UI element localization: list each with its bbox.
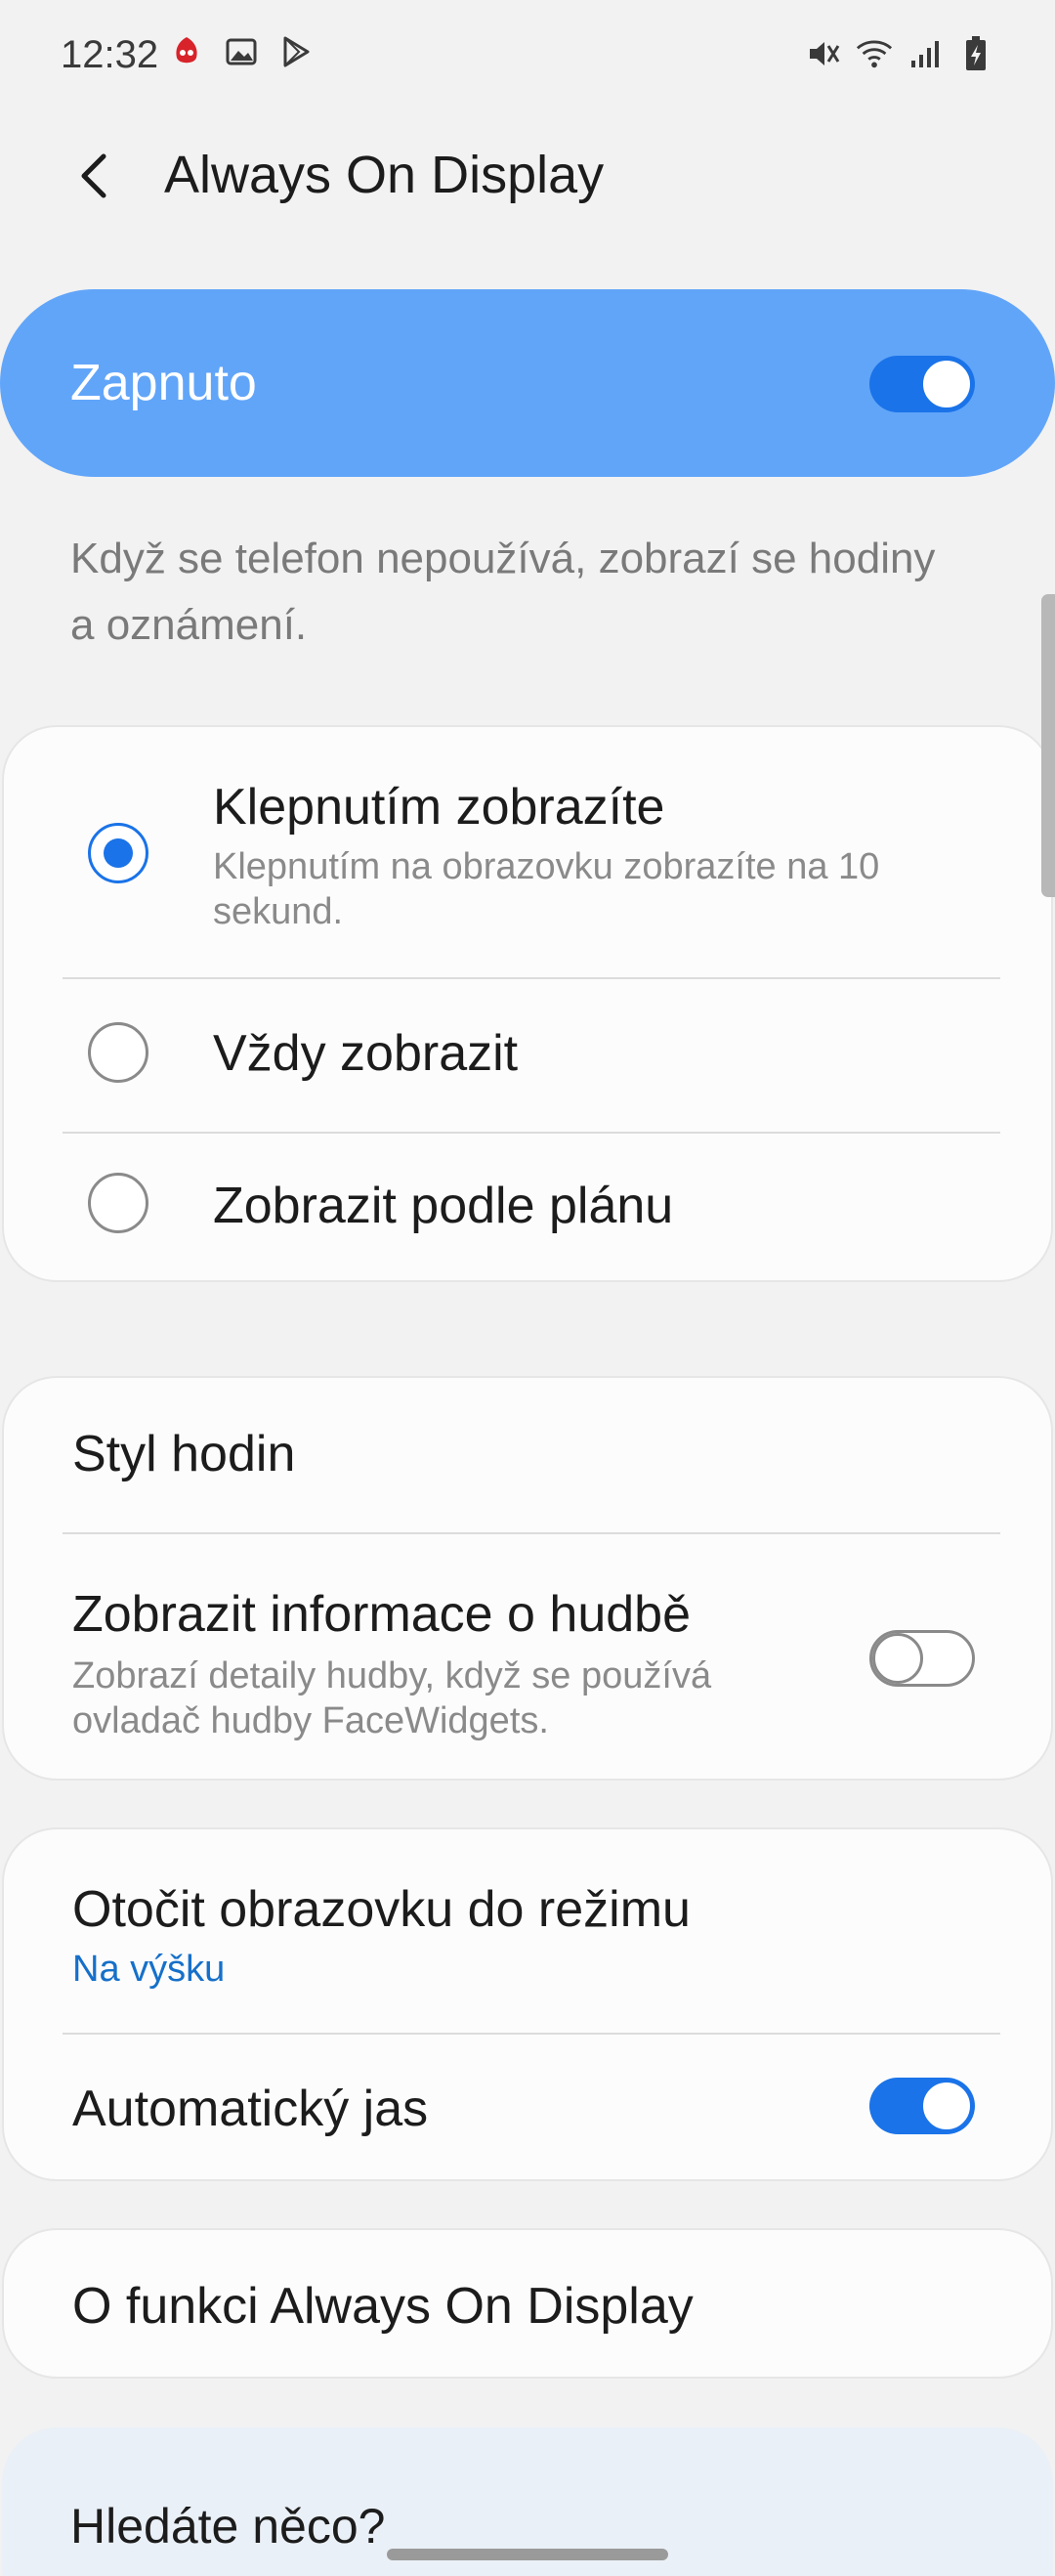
suggestions-title: Hledáte něco? (70, 2499, 386, 2554)
gallery-icon (223, 33, 260, 70)
music-info-row[interactable]: Zobrazit informace o hudbě Zobrazí detai… (4, 1534, 1055, 1781)
radio-scheduled[interactable] (88, 1173, 148, 1233)
orientation-card: Otočit obrazovku do režimu Na výšku Auto… (2, 1827, 1053, 2181)
status-bar: 12:32 (0, 0, 1055, 109)
scrollbar-thumb[interactable] (1041, 594, 1055, 897)
status-time: 12:32 (61, 33, 159, 76)
clock-style-label: Styl hodin (72, 1426, 296, 1482)
music-info-label: Zobrazit informace o hudbě (72, 1586, 692, 1643)
radio-always-show[interactable] (88, 1022, 148, 1083)
about-label: O funkci Always On Display (72, 2278, 694, 2335)
auto-brightness-label: Automatický jas (72, 2081, 429, 2137)
option-scheduled[interactable]: Zobrazit podle plánu (4, 1134, 1055, 1282)
option-always-show[interactable]: Vždy zobrazit (4, 979, 1055, 1130)
display-mode-card: Klepnutím zobrazíte Klepnutím na obrazov… (2, 725, 1053, 1282)
play-store-icon (277, 33, 315, 70)
feature-description: Když se telefon nepoužívá, zobrazí se ho… (70, 535, 936, 649)
auto-brightness-row[interactable]: Automatický jas (4, 2035, 1055, 2181)
music-info-toggle-thumb (872, 1633, 923, 1684)
about-card[interactable]: O funkci Always On Display (2, 2228, 1053, 2379)
option-tap-to-show[interactable]: Klepnutím zobrazíte Klepnutím na obrazov… (4, 727, 1055, 977)
battery-charging-icon (957, 35, 994, 72)
option-label: Zobrazit podle plánu (213, 1178, 674, 1234)
back-arrow-icon (81, 153, 106, 198)
auto-brightness-toggle-thumb (920, 2080, 973, 2132)
rotate-screen-row[interactable]: Otočit obrazovku do režimu Na výšku (4, 1829, 1055, 2035)
music-info-toggle[interactable] (869, 1630, 975, 1687)
wifi-icon (856, 35, 893, 72)
master-switch-label: Zapnuto (70, 355, 257, 411)
option-label: Klepnutím zobrazíte (213, 779, 665, 836)
mute-icon (805, 35, 842, 72)
rotate-screen-value: Na výšku (72, 1949, 226, 1990)
rotate-screen-label: Otočit obrazovku do režimu (72, 1881, 691, 1938)
auto-brightness-toggle[interactable] (869, 2078, 975, 2134)
style-card: Styl hodin Zobrazit informace o hudbě Zo… (2, 1376, 1053, 1781)
option-subtitle: Klepnutím na obrazovku zobrazíte na 10 s… (213, 846, 880, 932)
antutu-icon (168, 33, 205, 70)
master-toggle[interactable] (869, 356, 975, 412)
clock-style-row[interactable]: Styl hodin (4, 1378, 1055, 1532)
app-header: Always On Display (0, 127, 1055, 225)
back-button[interactable] (61, 141, 131, 211)
master-toggle-thumb (920, 358, 973, 410)
radio-tap-to-show[interactable] (88, 823, 148, 883)
music-info-subtitle: Zobrazí detaily hudby, když se používá o… (72, 1655, 712, 1741)
status-right-icons (805, 35, 994, 72)
master-switch-row[interactable]: Zapnuto (0, 289, 1055, 477)
status-left-icons (168, 33, 315, 70)
option-label: Vždy zobrazit (213, 1025, 519, 1082)
signal-icon (907, 35, 944, 72)
home-indicator[interactable] (387, 2549, 668, 2560)
page-title: Always On Display (164, 146, 605, 204)
